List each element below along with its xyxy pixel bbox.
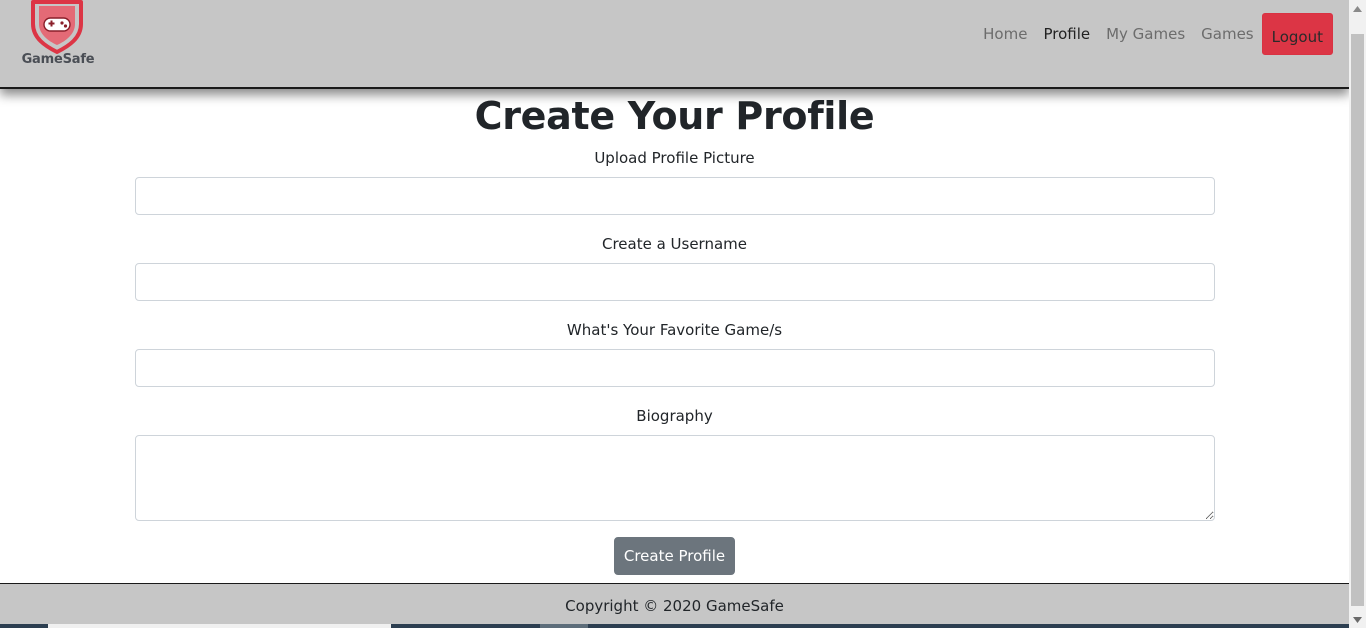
biography-textarea[interactable]: [135, 435, 1215, 521]
biography-label: Biography: [636, 407, 713, 425]
nav-links: Home Profile My Games Games Logout: [975, 13, 1333, 55]
navbar: GameSafe Home Profile My Games Games Log…: [0, 0, 1349, 89]
nav-link-my-games[interactable]: My Games: [1098, 13, 1193, 55]
nav-link-home[interactable]: Home: [975, 13, 1035, 55]
nav-link-profile[interactable]: Profile: [1035, 13, 1098, 55]
taskbar-strip: [0, 624, 1349, 628]
scroll-down-arrow-icon[interactable]: [1349, 611, 1366, 628]
nav-link-games[interactable]: Games: [1193, 13, 1261, 55]
create-profile-button[interactable]: Create Profile: [614, 537, 735, 575]
footer: Copyright © 2020 GameSafe: [0, 583, 1349, 628]
profile-picture-label: Upload Profile Picture: [594, 149, 755, 167]
username-label: Create a Username: [601, 235, 748, 253]
brand-name: GameSafe: [21, 52, 95, 67]
favorite-games-input[interactable]: [135, 349, 1215, 387]
vertical-scrollbar[interactable]: [1349, 0, 1366, 628]
logout-button[interactable]: Logout: [1261, 13, 1333, 55]
taskbar-segment: [540, 624, 588, 628]
footer-copyright: Copyright © 2020 GameSafe: [565, 597, 784, 615]
scrollbar-thumb[interactable]: [1351, 34, 1364, 606]
profile-picture-input[interactable]: [135, 177, 1215, 215]
scroll-up-arrow-icon[interactable]: [1349, 0, 1366, 17]
username-input[interactable]: [135, 263, 1215, 301]
favorite-games-label: What's Your Favorite Game/s: [566, 321, 783, 339]
page: GameSafe Home Profile My Games Games Log…: [0, 0, 1349, 628]
taskbar-segment: [48, 624, 391, 628]
gamepad-shield-icon: [31, 0, 83, 54]
page-title: Create Your Profile: [474, 94, 875, 138]
brand-link[interactable]: GameSafe: [18, 0, 96, 72]
